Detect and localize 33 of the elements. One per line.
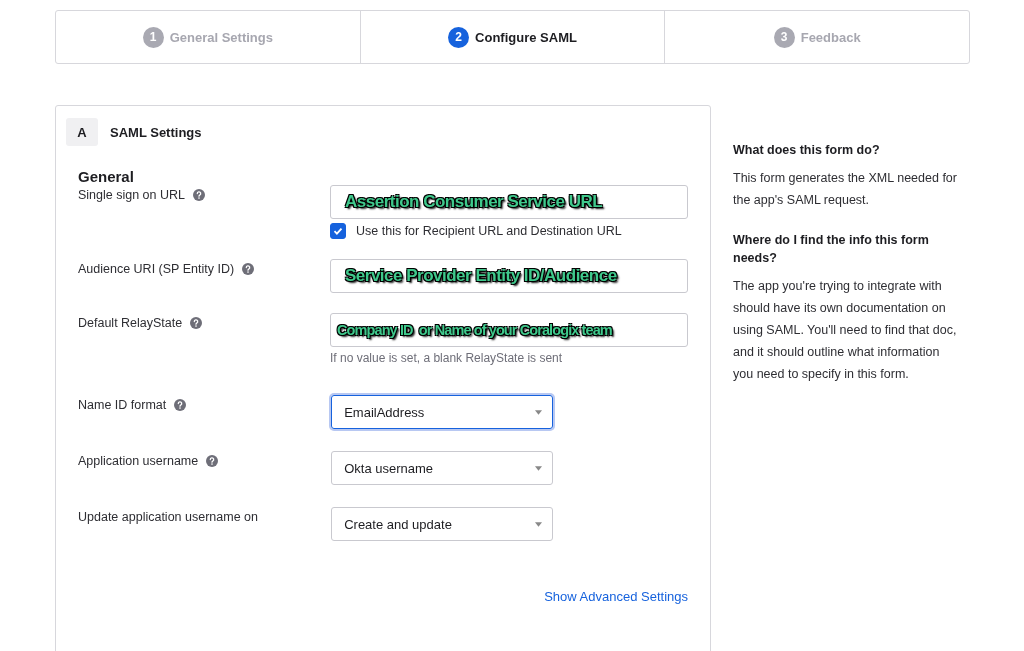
advanced-settings-link[interactable]: Show Advanced Settings [544,589,688,604]
field-label: Update application username on [78,510,258,524]
field-label: Audience URI (SP Entity ID) [78,262,235,276]
help-icon[interactable] [190,317,203,329]
group-title: General [78,168,135,185]
caret-icon [535,409,543,415]
checkbox-label: Use this for Recipient URL and Destination URL [356,224,622,238]
step-number: 3 [773,26,795,48]
field-label: Application username [78,454,199,468]
help-heading: Where do I find the info this form needs? [733,232,930,267]
help-text: This form generates the XML needed for the app's SAML request. [733,170,958,209]
checkbox[interactable] [330,223,346,239]
step-number: 2 [448,26,470,48]
help-icon[interactable] [193,189,205,201]
help-text: The app you're trying to integrate with should have its own documentation on using SAML. You'll need to find that doc, and it should outline what information you need to specify in this form. [733,278,958,383]
check-icon [332,225,344,237]
hint-text: If no value is set, a blank RelayState is sent [330,351,564,365]
caret-icon [535,465,543,471]
caret-icon [535,521,543,527]
help-icon[interactable] [174,399,187,411]
section-letter: A [66,118,98,146]
help-heading: What does this form do? [733,142,881,159]
field-label: Name ID format [78,398,167,412]
help-icon[interactable] [242,263,255,275]
dropdown[interactable]: EmailAddress [331,395,554,429]
field-label: Default RelayState [78,316,183,330]
dropdown[interactable]: Create and update [331,507,554,541]
help-icon[interactable] [206,455,219,467]
field-label: Single sign on URL [78,188,185,202]
step-number: 1 [142,26,164,48]
step-tab[interactable]: Configure SAML [475,29,577,45]
dropdown[interactable]: Okta username [331,451,554,485]
section-title: SAML Settings [110,124,202,140]
